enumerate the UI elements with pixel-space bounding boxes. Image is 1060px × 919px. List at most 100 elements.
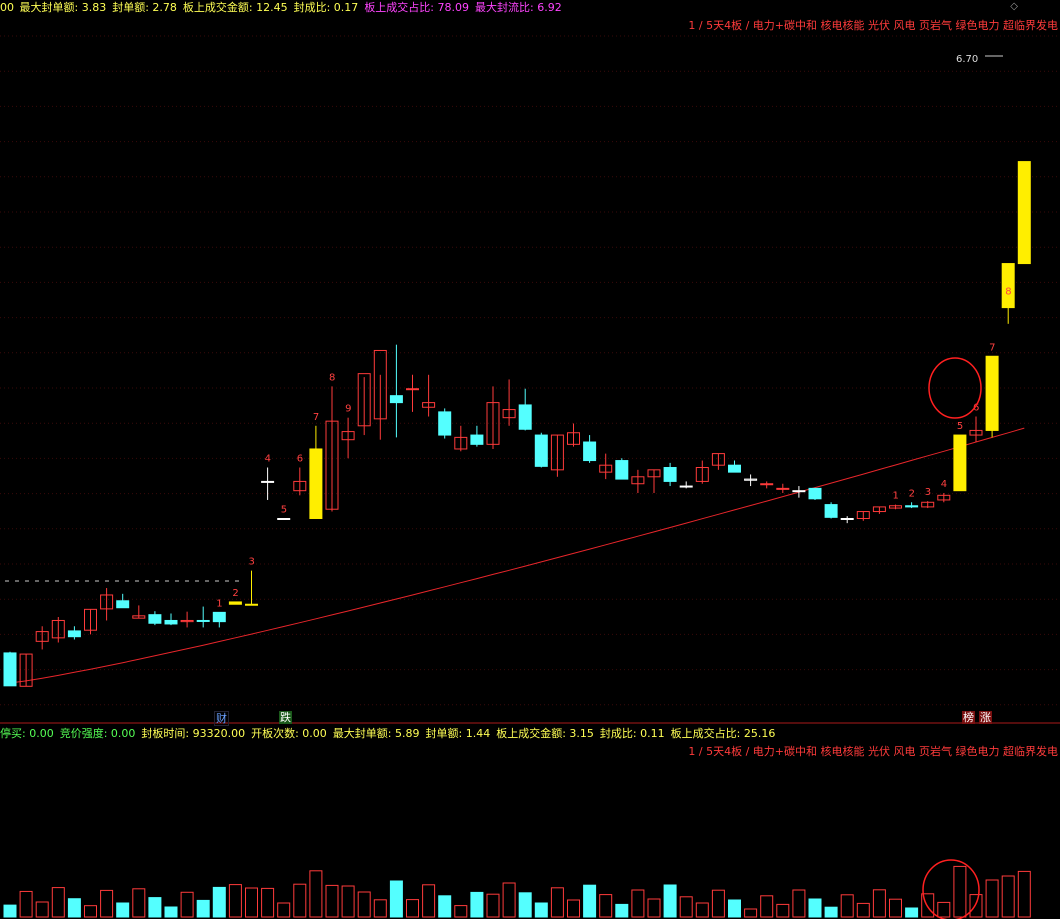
stat-topstats-5: 最大封流比: 6.92	[475, 1, 562, 14]
candle	[937, 493, 951, 503]
volume-bar	[792, 889, 806, 918]
candle	[3, 651, 17, 687]
candle	[663, 462, 677, 487]
volume-bar	[969, 894, 983, 918]
board-label: 5	[281, 504, 287, 515]
board-label: 6	[297, 454, 303, 465]
candle	[67, 626, 81, 640]
volume-bar	[19, 890, 33, 918]
candle-body	[518, 404, 532, 430]
candle	[357, 373, 371, 436]
candle	[422, 374, 436, 417]
candle-body	[1001, 263, 1015, 309]
board-label: 4	[265, 454, 271, 465]
volume-bar	[518, 892, 532, 918]
volume-bar	[148, 897, 162, 918]
candle	[679, 481, 693, 489]
limit-up-flag[interactable]: 涨	[979, 711, 992, 724]
candle	[567, 423, 580, 447]
candlestick-series	[3, 161, 1031, 687]
candle	[776, 483, 790, 494]
ma-polyline	[9, 427, 1025, 684]
volume-bar	[905, 907, 919, 918]
candle	[116, 593, 130, 609]
candle	[631, 469, 645, 494]
candle-body	[792, 490, 806, 493]
stat-topstats-0: 最大封单额: 3.83	[19, 1, 107, 14]
candle-body	[776, 487, 790, 490]
finance-flag[interactable]: 财	[214, 711, 229, 726]
candle	[486, 386, 500, 449]
candle	[148, 611, 162, 626]
fall-flag[interactable]: 跌	[279, 711, 292, 724]
volume-bar	[760, 895, 774, 918]
stock-chart[interactable]: 1234567891 2 345678 6.70	[0, 0, 1060, 919]
volume-bar	[100, 889, 114, 918]
volume-bar	[1017, 870, 1031, 918]
candle	[647, 469, 661, 494]
volume-bar	[808, 898, 822, 918]
volume-bar	[309, 870, 323, 918]
candle	[889, 504, 902, 510]
volume-bar	[744, 908, 758, 918]
candle	[228, 601, 242, 605]
board-label: 2	[232, 588, 238, 599]
candle	[180, 611, 194, 628]
stat-botstats-5: 封单额: 1.44	[425, 727, 491, 740]
volume-bar	[212, 886, 226, 918]
diamond-icon[interactable]: ◇	[1010, 1, 1018, 12]
candle	[550, 434, 564, 477]
volume-bar	[647, 898, 661, 918]
candle	[261, 467, 275, 500]
volume-bar	[84, 905, 97, 918]
candle	[615, 458, 629, 480]
volume-bar	[599, 894, 613, 918]
board-label: 3	[925, 487, 931, 498]
volume-bar	[937, 901, 951, 918]
candle-body	[196, 619, 210, 622]
candle	[985, 355, 999, 438]
volume-bar	[3, 904, 17, 918]
volume-bar	[953, 865, 967, 918]
volume-bar	[470, 891, 484, 918]
volume-bar	[502, 882, 516, 918]
volume-bar	[373, 899, 387, 918]
highlight-circle-volume	[922, 859, 980, 919]
volume-bar	[534, 902, 548, 918]
candle	[373, 349, 387, 440]
candle-body	[212, 611, 226, 623]
volume-bar	[567, 899, 580, 918]
candle-body	[116, 600, 130, 609]
candle	[905, 502, 919, 509]
candle	[132, 605, 146, 619]
candle	[341, 417, 355, 459]
candle	[35, 626, 49, 650]
volume-bar	[164, 906, 178, 918]
volume-bar	[856, 902, 870, 918]
volume-bar	[277, 902, 291, 918]
candle-body	[663, 467, 677, 482]
volume-bar	[889, 898, 902, 918]
stat-botstats-3: 开板次数: 0.00	[251, 727, 327, 740]
candle	[856, 511, 870, 521]
candle	[518, 388, 532, 431]
stat-topstats-1: 封单额: 2.78	[112, 1, 177, 14]
candle-body	[728, 464, 741, 473]
volume-bar	[228, 884, 242, 918]
candle-body	[148, 614, 162, 624]
board-label: 3	[249, 557, 255, 568]
candle	[953, 434, 967, 492]
candle	[196, 606, 210, 628]
volume-bar	[695, 902, 709, 918]
volume-bar	[341, 885, 355, 918]
volume-bar	[116, 902, 130, 918]
volume-bar	[824, 906, 838, 918]
concept-tags-bottom: 1 / 5天4板 / 电力+碳中和 核电核能 光伏 风电 页岩气 绿色电力 超临…	[688, 745, 1058, 758]
volume-bar	[357, 891, 371, 918]
stat-topstats-4: 板上成交占比: 78.09	[364, 1, 470, 14]
ranking-flag[interactable]: 榜	[962, 711, 975, 724]
candle	[1017, 161, 1031, 265]
candle	[406, 374, 419, 412]
candle-body	[309, 448, 323, 519]
candle	[872, 506, 886, 514]
